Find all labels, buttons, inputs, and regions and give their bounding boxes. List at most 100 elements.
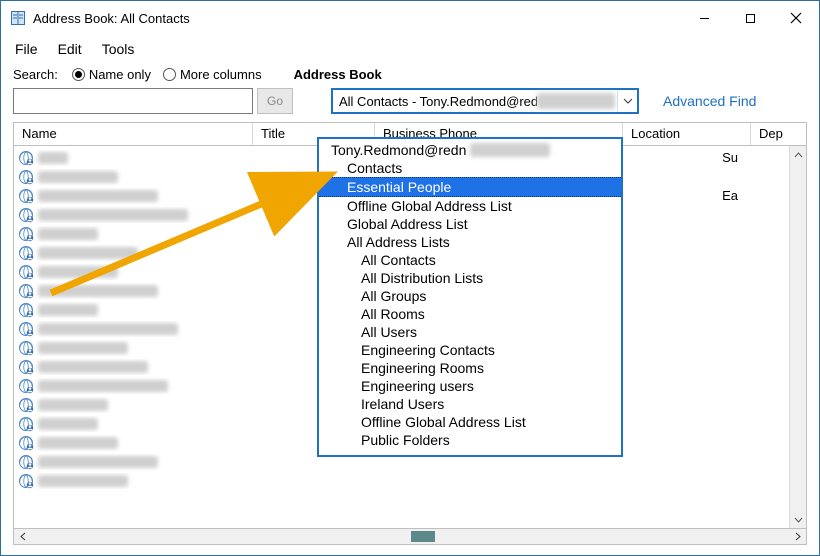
search-input[interactable]: [13, 88, 253, 114]
window-title: Address Book: All Contacts: [33, 11, 190, 26]
advanced-find-link[interactable]: Advanced Find: [663, 93, 756, 109]
scroll-left-icon[interactable]: [14, 529, 31, 544]
dropdown-item[interactable]: All Contacts: [319, 251, 621, 269]
redacted-name: [38, 342, 128, 354]
redacted-name: [38, 304, 98, 316]
radio-more-columns[interactable]: More columns: [163, 67, 262, 82]
cell-name: [14, 454, 246, 470]
contact-icon: [18, 321, 34, 337]
cell-name: [14, 245, 246, 261]
dropdown-item-label: Engineering users: [361, 378, 474, 394]
dropdown-item-label: Essential People: [347, 179, 451, 195]
redacted-name: [38, 456, 158, 468]
controls-row: Go All Contacts - Tony.Redmond@redn Adva…: [1, 88, 819, 122]
contact-icon: [18, 283, 34, 299]
menubar: File Edit Tools: [1, 35, 819, 67]
cell-name: [14, 188, 246, 204]
dropdown-item-label: Tony.Redmond@redn: [331, 142, 466, 158]
dropdown-item-label: All Contacts: [361, 252, 436, 268]
contact-icon: [18, 359, 34, 375]
dropdown-item[interactable]: All Users: [319, 323, 621, 341]
maximize-button[interactable]: [727, 3, 773, 33]
contact-icon: [18, 264, 34, 280]
cell-name: [14, 226, 246, 242]
dropdown-item-label: All Rooms: [361, 306, 425, 322]
menu-edit[interactable]: Edit: [48, 37, 92, 61]
dropdown-item-label: Engineering Rooms: [361, 360, 484, 376]
cell-name: [14, 264, 246, 280]
cell-name: [14, 340, 246, 356]
dropdown-item[interactable]: All Address Lists: [319, 233, 621, 251]
dropdown-item[interactable]: Ireland Users: [319, 395, 621, 413]
dropdown-item-label: Ireland Users: [361, 396, 444, 412]
redacted-text: [470, 143, 550, 157]
dropdown-item[interactable]: Tony.Redmond@redn: [319, 141, 621, 159]
dropdown-item[interactable]: Engineering Rooms: [319, 359, 621, 377]
dropdown-item[interactable]: Offline Global Address List: [319, 197, 621, 215]
dropdown-selected-text: All Contacts - Tony.Redmond@redn: [339, 94, 537, 109]
search-row: Search: Name only More columns Address B…: [1, 67, 819, 88]
cell-name: [14, 321, 246, 337]
dropdown-item[interactable]: Essential People: [319, 177, 621, 197]
menu-file[interactable]: File: [5, 37, 48, 61]
dropdown-item[interactable]: All Groups: [319, 287, 621, 305]
radio-dot-icon: [163, 68, 176, 81]
dropdown-item-label: Offline Global Address List: [347, 198, 512, 214]
col-header-location[interactable]: Location: [623, 123, 751, 145]
dropdown-item[interactable]: Public Folders: [319, 431, 621, 449]
dropdown-item[interactable]: Global Address List: [319, 215, 621, 233]
menu-tools[interactable]: Tools: [92, 37, 145, 61]
vertical-scrollbar[interactable]: [789, 146, 806, 528]
scroll-down-icon[interactable]: [790, 511, 806, 528]
dropdown-item[interactable]: Offline Global Address List: [319, 413, 621, 431]
go-button[interactable]: Go: [257, 88, 293, 114]
scroll-right-icon[interactable]: [789, 529, 806, 544]
hscroll-track[interactable]: [31, 529, 789, 544]
minimize-button[interactable]: [681, 3, 727, 33]
dropdown-item-label: Engineering Contacts: [361, 342, 495, 358]
dropdown-item[interactable]: All Rooms: [319, 305, 621, 323]
dropdown-item[interactable]: Engineering users: [319, 377, 621, 395]
dropdown-item-label: Global Address List: [347, 216, 468, 232]
cell-name: [14, 283, 246, 299]
dropdown-item[interactable]: Engineering Contacts: [319, 341, 621, 359]
col-header-department[interactable]: Dep: [751, 123, 807, 145]
redacted-name: [38, 152, 68, 164]
dropdown-item[interactable]: All Distribution Lists: [319, 269, 621, 287]
redacted-name: [38, 266, 118, 278]
redacted-name: [38, 285, 158, 297]
cell-name: [14, 169, 246, 185]
redacted-name: [38, 380, 168, 392]
contact-icon: [18, 340, 34, 356]
close-button[interactable]: [773, 3, 819, 33]
contact-icon: [18, 416, 34, 432]
contact-icon: [18, 302, 34, 318]
address-book-dropdown-panel: Tony.Redmond@redn Contacts Essential Peopl…: [317, 137, 623, 457]
cell-name: [14, 416, 246, 432]
cell-name: [14, 359, 246, 375]
radio-more-columns-label: More columns: [180, 67, 262, 82]
scrollbar-track[interactable]: [790, 163, 806, 511]
redacted-name: [38, 418, 98, 430]
cell-name: [14, 378, 246, 394]
redacted-name: [38, 361, 148, 373]
dropdown-item-label: Contacts: [347, 160, 402, 176]
table-row[interactable]: [14, 471, 806, 490]
hscroll-thumb[interactable]: [411, 531, 435, 542]
address-book-icon: [9, 9, 27, 27]
redacted-name: [38, 475, 128, 487]
redacted-name: [38, 399, 108, 411]
col-header-name[interactable]: Name: [13, 123, 253, 145]
address-book-dropdown[interactable]: All Contacts - Tony.Redmond@redn: [331, 88, 639, 114]
dropdown-item[interactable]: Contacts: [319, 159, 621, 177]
radio-name-only[interactable]: Name only: [72, 67, 151, 82]
scroll-up-icon[interactable]: [790, 146, 806, 163]
contact-icon: [18, 397, 34, 413]
redacted-name: [38, 190, 158, 202]
redacted-name: [38, 171, 118, 183]
address-book-window: Address Book: All Contacts File Edit Too…: [0, 0, 820, 556]
go-button-label: Go: [267, 94, 283, 108]
dropdown-item-label: All Users: [361, 324, 417, 340]
contact-icon: [18, 188, 34, 204]
horizontal-scrollbar[interactable]: [13, 528, 807, 545]
